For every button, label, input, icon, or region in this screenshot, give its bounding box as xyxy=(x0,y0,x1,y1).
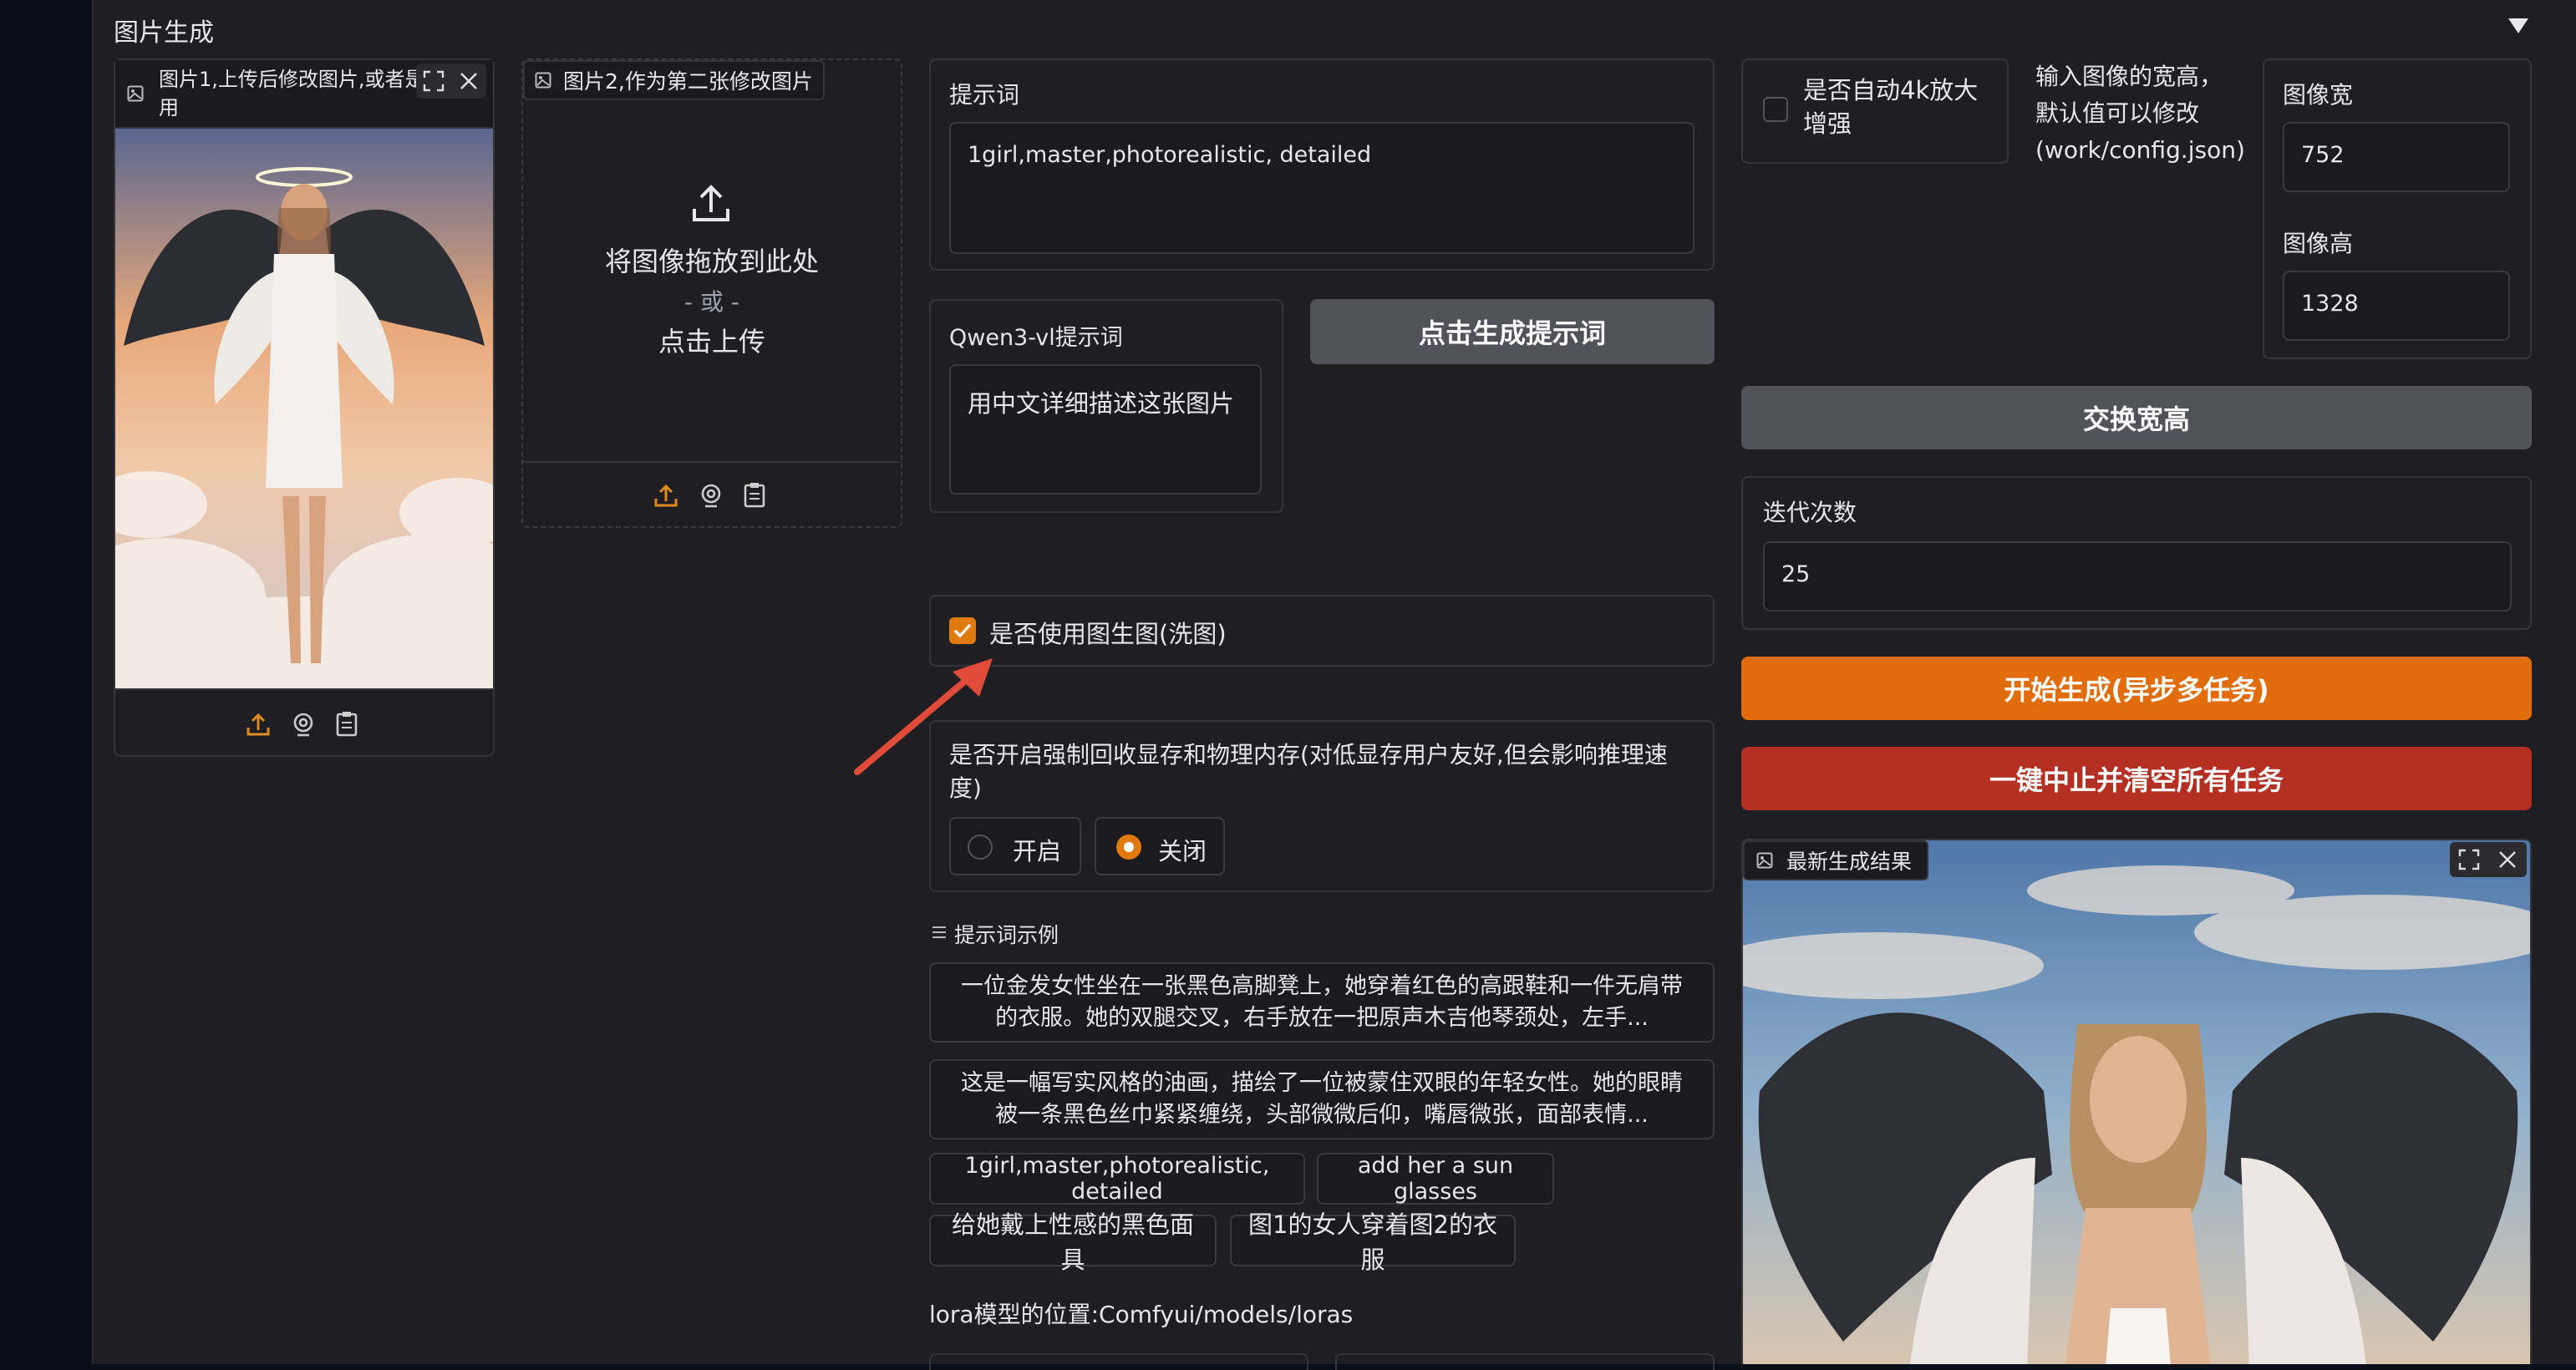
size-note: 输入图像的宽高， 默认值可以修改 (work/config.json) xyxy=(2035,63,2245,164)
image1-toolbar xyxy=(416,63,486,99)
image2-label-tag: 图片2,作为第二张修改图片 xyxy=(523,60,825,100)
example-chip[interactable]: 1girl,master,photorealistic, detailed xyxy=(929,1153,1305,1205)
memory-option-off-label: 关闭 xyxy=(1158,837,1207,865)
close-icon[interactable] xyxy=(2497,849,2518,870)
memory-label: 是否开启强制回收显存和物理内存(对低显存用户友好,但会影响推理速 度) xyxy=(949,741,1668,802)
image2-label: 图片2,作为第二张修改图片 xyxy=(563,69,813,94)
lora-box-left xyxy=(929,1353,1308,1370)
fullscreen-icon[interactable] xyxy=(2458,849,2480,870)
image2-upload-text[interactable]: 点击上传 xyxy=(523,321,901,359)
swap-size-button[interactable]: 交换宽高 xyxy=(1741,386,2532,449)
stop-all-tasks-button[interactable]: 一键中止并清空所有任务 xyxy=(1741,747,2532,810)
image1-label: 图片1,上传后修改图片,或者是 用 xyxy=(159,68,425,119)
img2img-label[interactable]: 是否使用图生图(洗图) xyxy=(989,615,1227,650)
radio-on[interactable] xyxy=(968,835,993,860)
image2-or-text: - 或 - xyxy=(683,288,739,316)
result-image-box xyxy=(1741,839,2532,1364)
upload-icon[interactable] xyxy=(653,483,678,508)
triangle-down-icon[interactable] xyxy=(2507,15,2530,37)
image-icon xyxy=(1756,852,1773,869)
webcam-icon[interactable] xyxy=(699,483,724,508)
steps-label: 迭代次数 xyxy=(1763,499,1857,526)
image1-source-bar xyxy=(115,688,493,755)
examples-header: 提示词示例 xyxy=(954,923,1059,947)
generate-prompt-button[interactable]: 点击生成提示词 xyxy=(1310,299,1715,364)
image-icon xyxy=(127,85,144,102)
start-generation-button[interactable]: 开始生成(异步多任务) xyxy=(1741,657,2532,720)
image1-preview xyxy=(115,129,493,688)
image-icon xyxy=(535,72,551,89)
upscale-label[interactable]: 是否自动4k放大 增强 xyxy=(1803,74,1978,140)
clipboard-icon[interactable] xyxy=(742,481,767,508)
image2-source-bar xyxy=(523,461,901,526)
image1-label-bar: 图片1,上传后修改图片,或者是 用 xyxy=(115,60,493,129)
upscale-checkbox[interactable] xyxy=(1763,97,1788,122)
prompt-input[interactable]: 1girl,master,photorealistic, detailed xyxy=(949,122,1694,254)
img2img-checkbox[interactable] xyxy=(949,617,976,644)
upload-icon xyxy=(690,182,732,224)
clipboard-icon[interactable] xyxy=(334,710,359,737)
memory-option-off[interactable]: 关闭 xyxy=(1095,817,1225,875)
radio-off-selected[interactable] xyxy=(1116,835,1141,860)
qwen-label: Qwen3-vl提示词 xyxy=(949,325,1123,351)
example-chip[interactable]: 给她戴上性感的黑色面具 xyxy=(929,1210,1217,1274)
upload-icon[interactable] xyxy=(246,712,271,737)
height-label: 图像高 xyxy=(2283,230,2354,257)
list-icon xyxy=(931,924,948,941)
result-toolbar xyxy=(2450,842,2527,877)
prompt-label: 提示词 xyxy=(949,81,1020,109)
example-chip[interactable]: 图1的女人穿着图2的衣服 xyxy=(1230,1210,1516,1274)
image2-drop-text[interactable]: 将图像拖放到此处 xyxy=(523,241,901,279)
memory-option-on-label: 开启 xyxy=(1013,837,1062,865)
result-label-tag: 最新生成结果 xyxy=(1743,840,1929,880)
width-input[interactable]: 752 xyxy=(2283,122,2510,192)
qwen-prompt-input[interactable]: 用中文详细描述这张图片 xyxy=(949,364,1262,495)
fullscreen-icon[interactable] xyxy=(423,70,445,92)
lora-path-text: lora模型的位置:Comfyui/models/loras xyxy=(929,1301,1354,1328)
height-input[interactable]: 1328 xyxy=(2283,271,2510,341)
close-icon[interactable] xyxy=(458,70,480,92)
result-label: 最新生成结果 xyxy=(1786,850,1913,874)
webcam-icon[interactable] xyxy=(291,712,316,737)
example-item[interactable]: 这是一幅写实风格的油画，描绘了一位被蒙住双眼的年轻女性。她的眼睛 被一条黑色丝巾… xyxy=(929,1059,1715,1139)
width-label: 图像宽 xyxy=(2283,81,2354,109)
memory-option-on[interactable]: 开启 xyxy=(949,817,1081,875)
example-item[interactable]: 一位金发女性坐在一张黑色高脚凳上，她穿着红色的高跟鞋和一件无肩带 的衣服。她的双… xyxy=(929,962,1715,1043)
section-title: 图片生成 xyxy=(114,18,214,48)
lora-box-right xyxy=(1335,1353,1715,1370)
example-chip[interactable]: add her a sun glasses xyxy=(1317,1153,1554,1205)
steps-input[interactable]: 25 xyxy=(1763,541,2512,611)
